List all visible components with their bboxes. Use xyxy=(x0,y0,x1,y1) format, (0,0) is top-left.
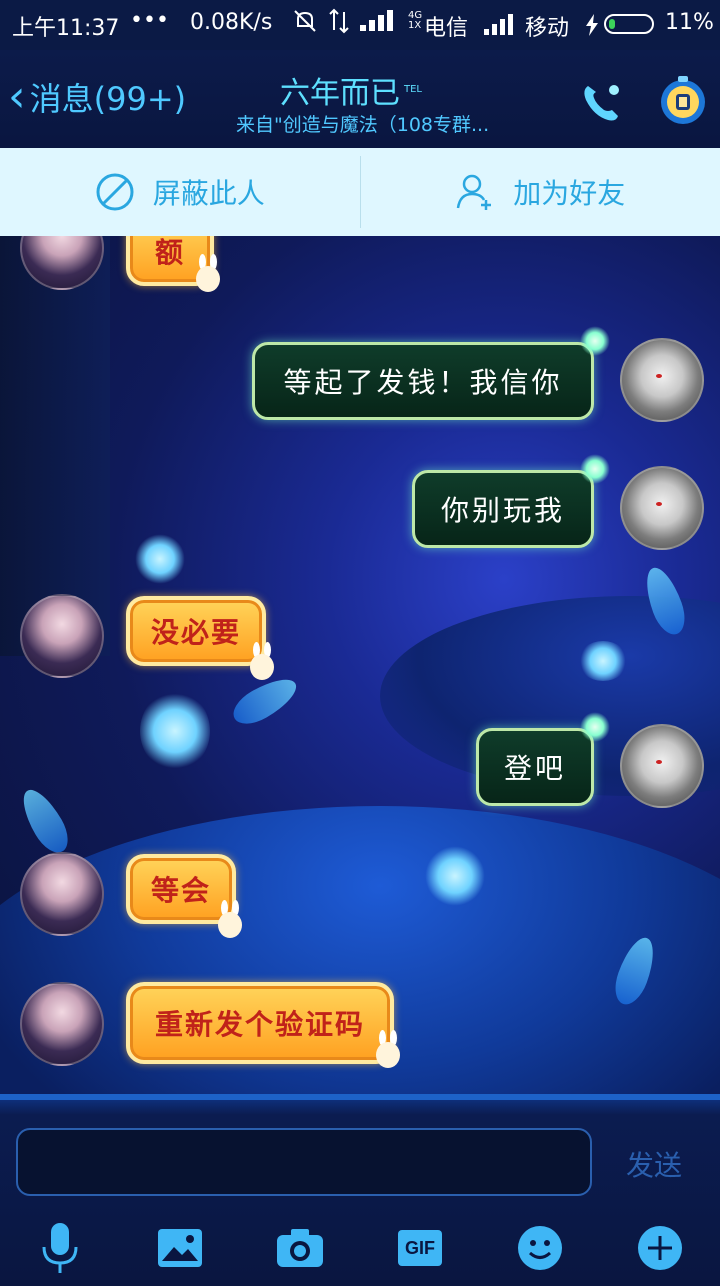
lantern-profile-icon[interactable] xyxy=(656,72,710,126)
background-tree xyxy=(0,236,110,656)
my-avatar[interactable] xyxy=(620,724,704,808)
message-bubble-left[interactable]: 重新发个验证码 xyxy=(126,982,394,1064)
voice-button[interactable] xyxy=(30,1220,90,1276)
message-text: 你别玩我 xyxy=(441,489,565,529)
battery-percent: 11% xyxy=(665,10,714,35)
chat-area[interactable]: 额 等起了发钱！我信你 你别玩我 没必要 登吧 等会 重新发个验证码 xyxy=(0,236,720,1094)
glow-sprite xyxy=(578,641,628,681)
message-text: 没必要 xyxy=(151,611,241,651)
network-speed: 0.08K/s xyxy=(190,10,272,35)
gif-label: GIF xyxy=(405,1238,435,1259)
contact-avatar[interactable] xyxy=(20,852,104,936)
contact-name: 六年而已 xyxy=(280,76,400,111)
emoji-button[interactable] xyxy=(510,1220,570,1276)
tel-badge: TEL xyxy=(404,84,422,95)
bunny-decoration xyxy=(218,900,242,940)
add-friend-label: 加为好友 xyxy=(513,172,625,212)
add-friend-button[interactable]: 加为好友 xyxy=(361,148,720,236)
message-text: 额 xyxy=(155,236,185,271)
more-button[interactable] xyxy=(630,1220,690,1276)
message-text: 登吧 xyxy=(504,747,566,787)
stranger-action-bar: 屏蔽此人 加为好友 xyxy=(0,148,720,236)
message-text: 重新发个验证码 xyxy=(155,1003,365,1043)
back-label: 消息(99+) xyxy=(30,74,187,120)
signal-icon-2 xyxy=(484,14,518,36)
message-bubble-left[interactable]: 没必要 xyxy=(126,596,266,666)
contact-avatar[interactable] xyxy=(20,594,104,678)
block-user-button[interactable]: 屏蔽此人 xyxy=(0,148,360,236)
glow-sprite xyxy=(135,534,185,584)
gif-icon: GIF xyxy=(398,1230,442,1266)
my-avatar[interactable] xyxy=(620,466,704,550)
bunny-decoration xyxy=(376,1030,400,1070)
chevron-left-icon: ‹ xyxy=(8,75,26,119)
my-avatar[interactable] xyxy=(620,338,704,422)
background-leaf xyxy=(15,783,76,859)
chat-title: 六年而已 TEL xyxy=(280,68,422,112)
glow-sprite xyxy=(140,691,210,771)
signal-icon xyxy=(360,9,398,33)
microphone-icon xyxy=(40,1221,80,1275)
message-text: 等起了发钱！我信你 xyxy=(283,361,562,401)
fairy-decoration xyxy=(580,712,610,742)
input-bar: 发送 GIF xyxy=(0,1094,720,1286)
back-button[interactable]: ‹ 消息(99+) xyxy=(8,74,186,120)
camera-button[interactable] xyxy=(270,1220,330,1276)
photo-button[interactable] xyxy=(150,1220,210,1276)
status-time: 上午11:37 xyxy=(12,10,119,42)
add-user-icon xyxy=(455,172,495,212)
message-text: 等会 xyxy=(151,869,211,909)
chat-header: ‹ 消息(99+) 六年而已 TEL 来自"创造与魔法（108专群... xyxy=(0,50,720,148)
fairy-decoration xyxy=(580,326,610,356)
bunny-decoration xyxy=(196,254,220,294)
status-icons: 4G 1X xyxy=(292,8,428,34)
fairy-decoration xyxy=(580,454,610,484)
chat-source: 来自"创造与魔法（108专群... xyxy=(236,110,506,137)
status-dots: ••• xyxy=(130,8,169,33)
gif-button[interactable]: GIF xyxy=(390,1220,450,1276)
glow-sprite xyxy=(425,846,485,906)
message-bubble-right[interactable]: 登吧 xyxy=(476,728,594,806)
send-button[interactable]: 发送 xyxy=(626,1144,682,1184)
camera-icon xyxy=(275,1227,325,1269)
battery-icon xyxy=(604,14,654,34)
carrier-1: 电信 xyxy=(424,10,468,42)
contact-avatar[interactable] xyxy=(20,982,104,1066)
message-bubble-right[interactable]: 你别玩我 xyxy=(412,470,594,548)
carrier-2: 移动 xyxy=(525,10,569,42)
phone-call-icon[interactable] xyxy=(576,78,626,128)
mute-bell-icon xyxy=(292,8,318,34)
plus-icon xyxy=(636,1224,684,1272)
status-bar: 上午11:37 ••• 0.08K/s 4G 1X 电信 移动 11% xyxy=(0,0,720,50)
block-icon xyxy=(95,172,135,212)
block-user-label: 屏蔽此人 xyxy=(153,172,265,212)
data-arrows-icon xyxy=(328,8,350,34)
message-bubble-right[interactable]: 等起了发钱！我信你 xyxy=(252,342,594,420)
bunny-decoration xyxy=(250,642,274,682)
message-input[interactable] xyxy=(16,1128,592,1196)
charging-bolt-icon xyxy=(585,14,599,36)
smiley-icon xyxy=(516,1224,564,1272)
image-icon xyxy=(156,1227,204,1269)
input-toolbar: GIF xyxy=(0,1212,720,1282)
